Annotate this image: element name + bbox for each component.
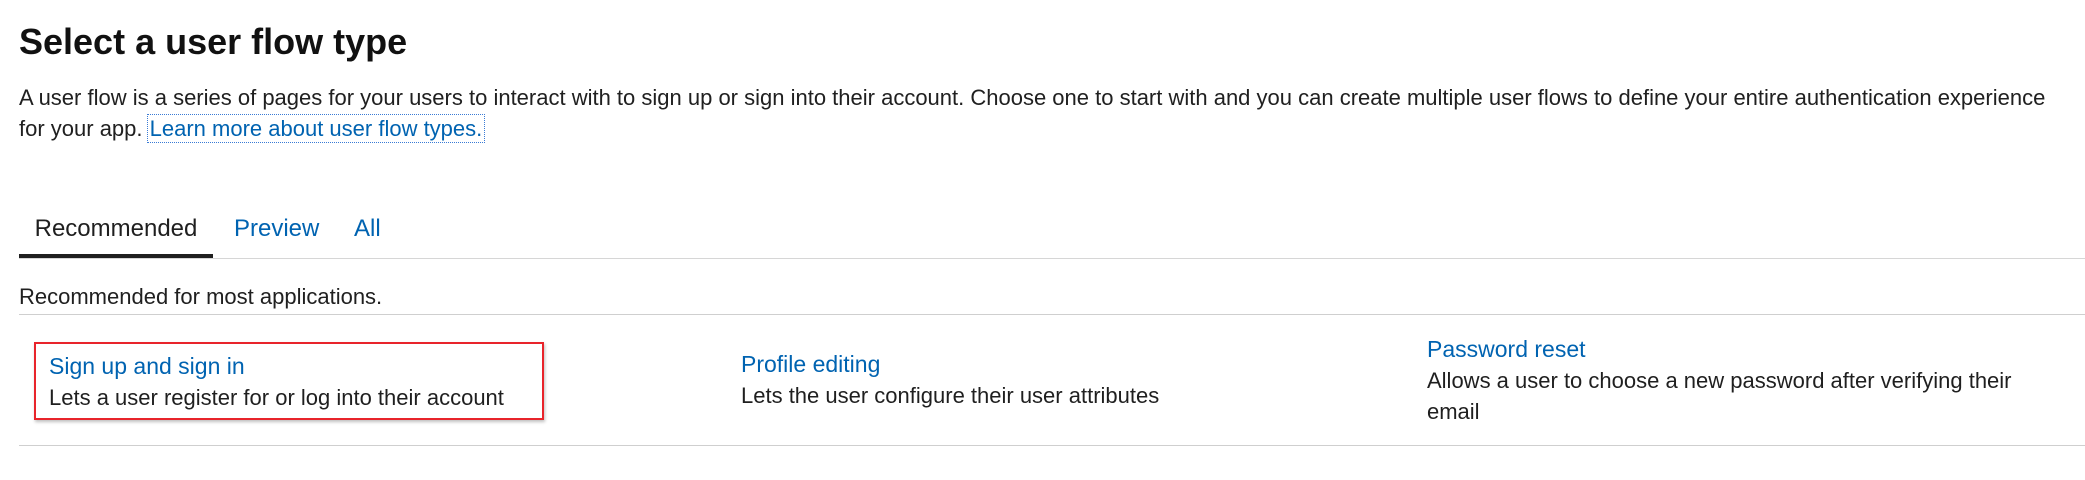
flow-type-title[interactable]: Profile editing <box>741 349 1381 380</box>
tab-bar: Recommended Preview All <box>19 206 2085 259</box>
divider <box>19 445 2085 446</box>
flow-type-title[interactable]: Sign up and sign in <box>49 351 542 382</box>
intro-paragraph: A user flow is a series of pages for you… <box>19 82 2049 144</box>
flow-type-description: Lets a user register for or log into the… <box>49 385 504 410</box>
flow-type-sign-up-sign-in-card[interactable]: Sign up and sign in Lets a user register… <box>34 342 544 420</box>
flow-type-password-reset-card[interactable]: Password reset Allows a user to choose a… <box>1427 334 2067 427</box>
flow-type-title[interactable]: Password reset <box>1427 334 2067 365</box>
flow-type-profile-editing-card[interactable]: Profile editing Lets the user configure … <box>741 349 1381 411</box>
flow-type-description: Allows a user to choose a new password a… <box>1427 368 2012 424</box>
tab-all[interactable]: All <box>354 206 381 258</box>
divider <box>19 314 2085 315</box>
learn-more-link[interactable]: Learn more about user flow types. <box>146 114 486 143</box>
tab-preview[interactable]: Preview <box>234 206 319 258</box>
flow-type-description: Lets the user configure their user attri… <box>741 383 1160 408</box>
section-description: Recommended for most applications. <box>19 284 383 309</box>
user-flow-type-page: Select a user flow type A user flow is a… <box>0 0 2085 480</box>
page-title: Select a user flow type <box>19 21 408 62</box>
tab-recommended[interactable]: Recommended <box>19 206 213 258</box>
